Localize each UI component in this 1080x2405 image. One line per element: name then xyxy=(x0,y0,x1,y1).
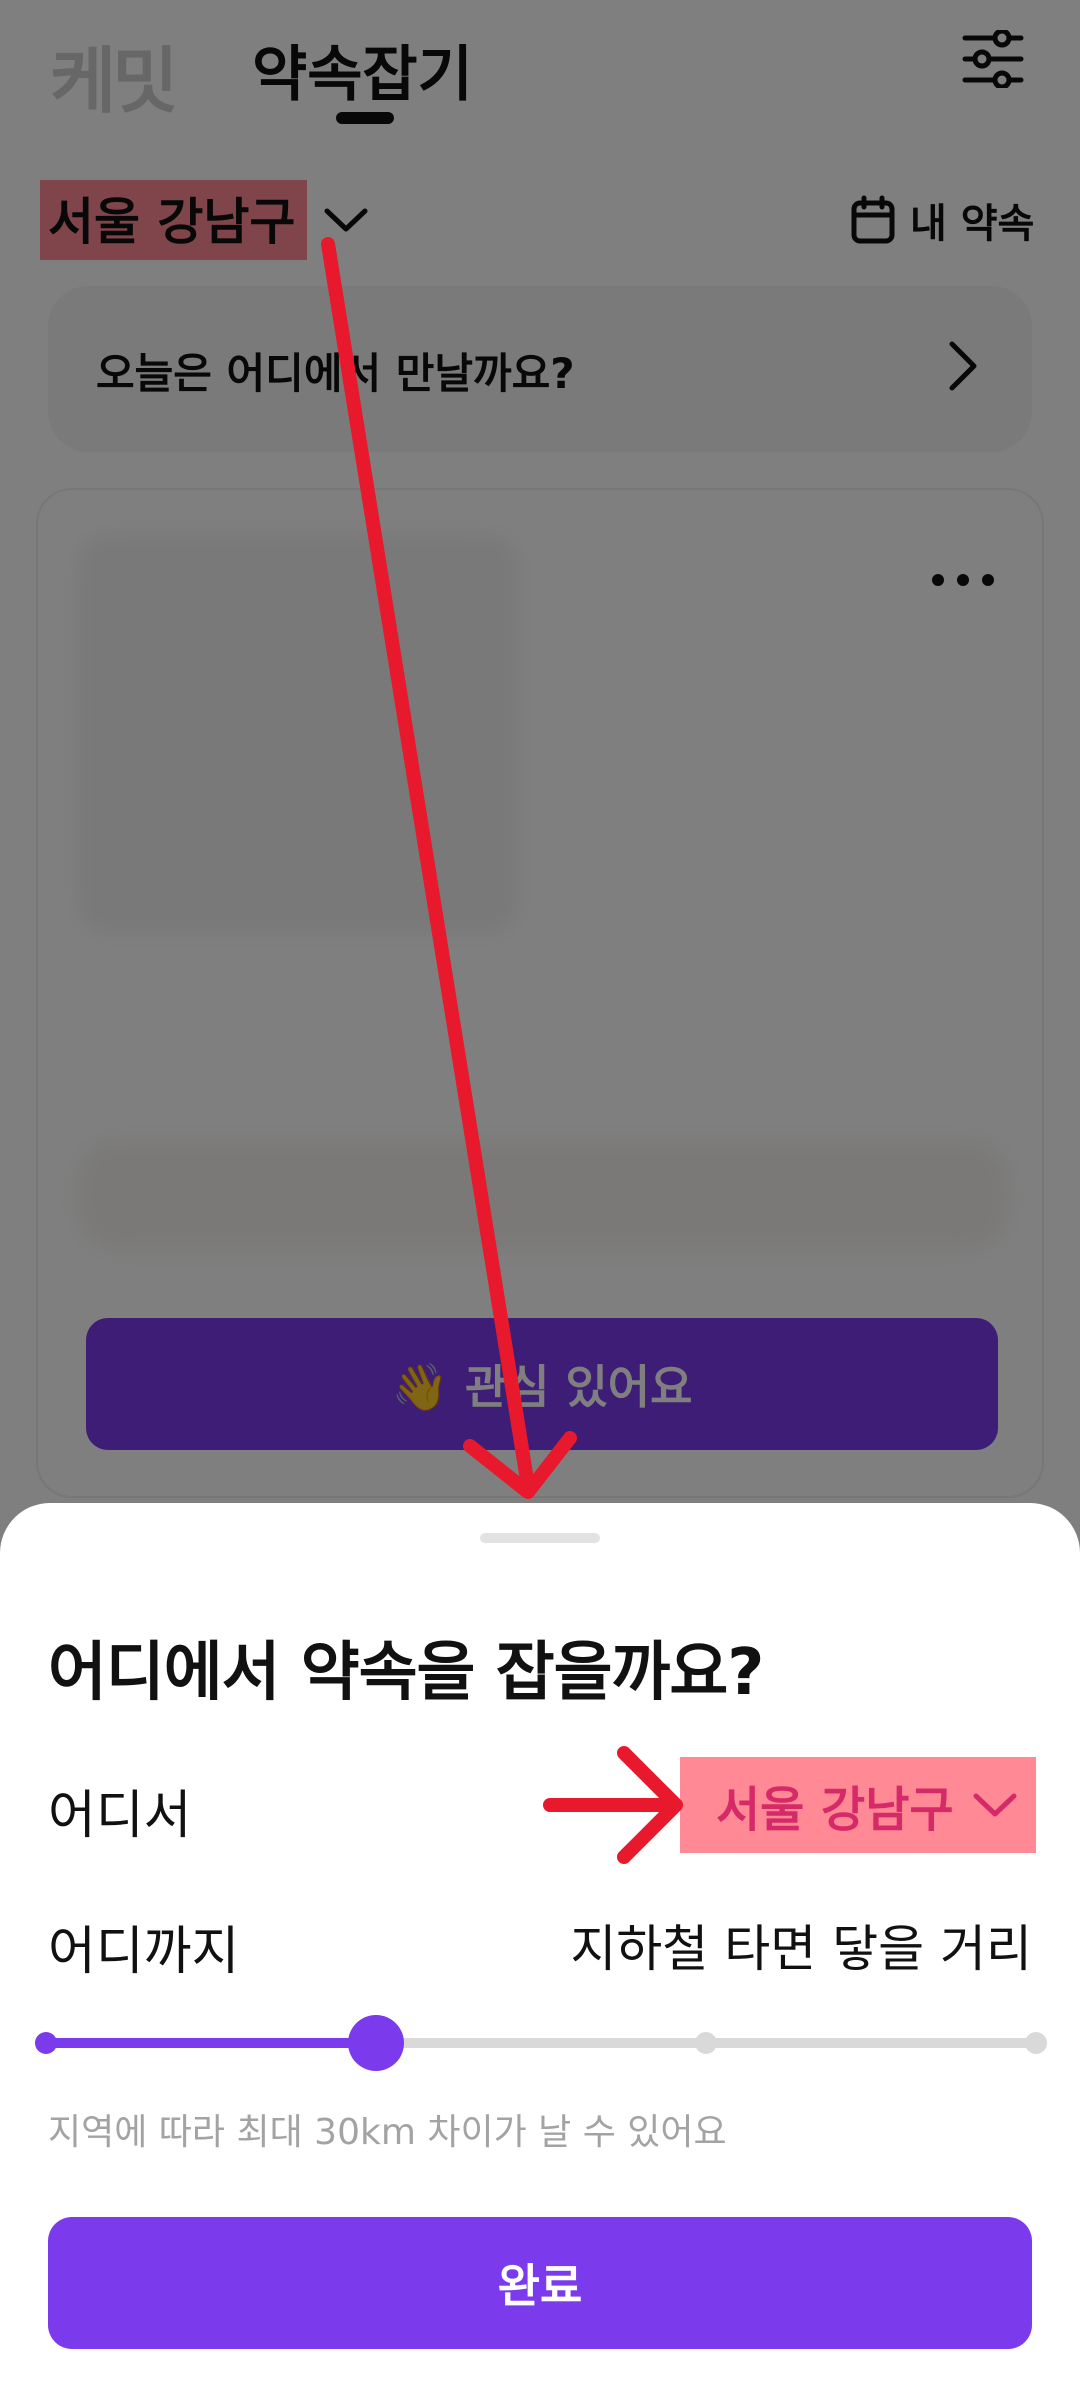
done-button-label: 완료 xyxy=(497,2259,583,2313)
from-region-selector[interactable]: 서울 강남구 xyxy=(680,1757,1036,1853)
to-distance-value: 지하철 타면 닿을 거리 xyxy=(570,1920,1032,1978)
distance-slider[interactable] xyxy=(35,2013,1047,2073)
slider-step-2[interactable] xyxy=(695,2032,717,2054)
location-bottom-sheet: 어디에서 약속을 잡을까요? 어디서 서울 강남구 어디까지 지하철 타면 닿을… xyxy=(0,1503,1080,2405)
from-label: 어디서 xyxy=(48,1786,192,1846)
slider-step-3[interactable] xyxy=(1025,2032,1047,2054)
slider-thumb[interactable] xyxy=(348,2015,404,2071)
done-button[interactable]: 완료 xyxy=(48,2217,1032,2349)
from-region-value: 서울 강남구 xyxy=(716,1782,954,1838)
distance-hint: 지역에 따라 최대 30km 차이가 날 수 있어요 xyxy=(48,2112,727,2153)
to-label: 어디까지 xyxy=(48,1922,240,1982)
sheet-drag-handle[interactable] xyxy=(480,1533,600,1543)
slider-step-0[interactable] xyxy=(35,2032,57,2054)
sheet-title: 어디에서 약속을 잡을까요? xyxy=(48,1636,764,1710)
slider-fill xyxy=(46,2038,376,2048)
chevron-down-icon xyxy=(973,1793,1017,1817)
